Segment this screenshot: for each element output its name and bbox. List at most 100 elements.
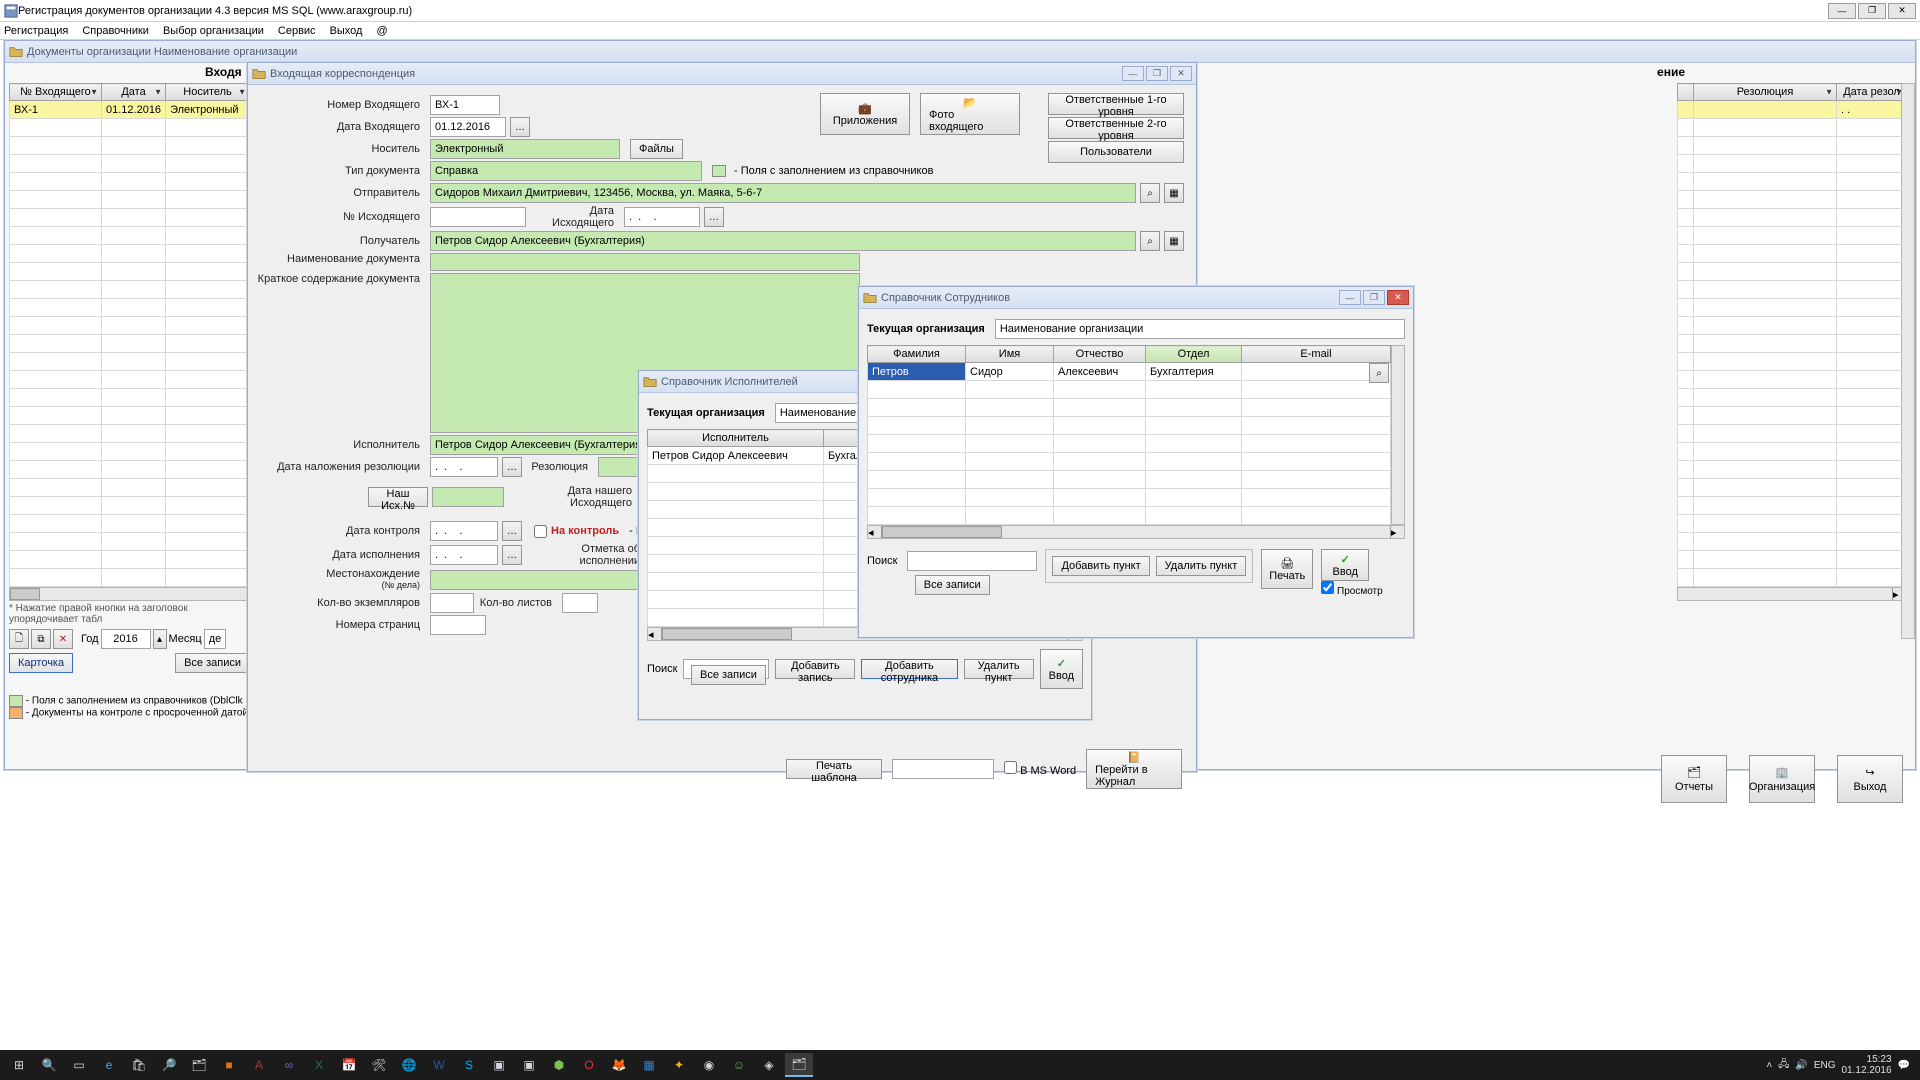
exec-ok-button[interactable]: ✓Ввод <box>1040 649 1083 689</box>
emp-all-button[interactable]: Все записи <box>915 575 990 595</box>
year-spin-icon[interactable]: ▴ <box>153 629 167 649</box>
to-lookup-icon[interactable]: ⌕ <box>1140 231 1160 251</box>
tray-clock[interactable]: 15:2301.12.2016 <box>1841 1054 1891 1076</box>
tray-network-icon[interactable]: 🖧 <box>1778 1057 1789 1074</box>
word-icon[interactable]: W <box>425 1053 453 1077</box>
menu-registration[interactable]: Регистрация <box>4 25 68 37</box>
store-icon[interactable]: 🛍 <box>125 1053 153 1077</box>
date-picker-icon[interactable]: … <box>510 117 530 137</box>
res-date-picker-icon[interactable]: … <box>502 457 522 477</box>
from-lookup-icon[interactable]: ⌕ <box>1140 183 1160 203</box>
doc-minimize[interactable]: — <box>1122 66 1144 81</box>
month-input[interactable] <box>204 629 226 649</box>
current-app-icon[interactable]: 🗂 <box>785 1053 813 1077</box>
opera-icon[interactable]: O <box>575 1053 603 1077</box>
resolution-input[interactable] <box>598 457 638 477</box>
reports-button[interactable]: 🗂Отчеты <box>1661 755 1727 803</box>
emp-row-lookup-icon[interactable]: ⌕ <box>1369 363 1389 383</box>
table-row[interactable]: ВХ-1 01.12.2016 Электронный <box>10 101 250 119</box>
office-icon[interactable]: ■ <box>215 1053 243 1077</box>
app4-icon[interactable]: ✦ <box>665 1053 693 1077</box>
exec-all-button[interactable]: Все записи <box>691 665 766 685</box>
from-table-icon[interactable]: ▦ <box>1164 183 1184 203</box>
goto-journal-button[interactable]: 📔Перейти в Журнал <box>1086 749 1182 789</box>
app6-icon[interactable]: ◈ <box>755 1053 783 1077</box>
menu-select-org[interactable]: Выбор организации <box>163 25 264 37</box>
emp-col-dep[interactable]: Отдел <box>1146 346 1242 363</box>
left-scroll-h[interactable] <box>9 587 250 601</box>
emp-view-checkbox[interactable] <box>1321 581 1334 594</box>
copy-icon[interactable]: ⧉ <box>31 629 51 649</box>
right-scroll-v[interactable] <box>1901 83 1915 639</box>
res-date-input[interactable] <box>430 457 498 477</box>
access-icon[interactable]: A <box>245 1053 273 1077</box>
col-num-in[interactable]: № Входящего▼ <box>10 84 102 101</box>
app5-icon[interactable]: ☺ <box>725 1053 753 1077</box>
exec-add-record-button[interactable]: Добавить запись <box>775 659 855 679</box>
new-icon[interactable]: 🗋 <box>9 629 29 649</box>
emp-col-email[interactable]: E-mail <box>1242 346 1391 363</box>
start-icon[interactable]: ⊞ <box>5 1053 33 1077</box>
docname-input[interactable] <box>430 253 860 271</box>
our-out-input[interactable] <box>432 487 504 507</box>
app1-icon[interactable]: ▣ <box>485 1053 513 1077</box>
search-icon[interactable]: 🔍 <box>35 1053 63 1077</box>
year-input[interactable] <box>101 629 151 649</box>
on-control-checkbox[interactable] <box>534 525 547 538</box>
date-in-input[interactable] <box>430 117 506 137</box>
maximize-button[interactable]: ❐ <box>1858 3 1886 19</box>
our-out-button[interactable]: Наш Исх.№ <box>368 487 428 507</box>
magnify-icon[interactable]: 🔎 <box>155 1053 183 1077</box>
calendar-icon[interactable]: 📅 <box>335 1053 363 1077</box>
menu-about[interactable]: @ <box>376 25 387 37</box>
num-in-input[interactable] <box>430 95 500 115</box>
menu-exit[interactable]: Выход <box>330 25 363 37</box>
word-checkbox[interactable] <box>1004 761 1017 774</box>
col-res-date[interactable]: Дата резол▼ <box>1837 84 1907 101</box>
template-print-button[interactable]: Печать шаблона <box>786 759 882 779</box>
emp-close[interactable]: ✕ <box>1387 290 1409 305</box>
edge-icon[interactable]: e <box>95 1053 123 1077</box>
app2-icon[interactable]: ▣ <box>515 1053 543 1077</box>
emp-scroll-h[interactable]: ◂▸ <box>867 525 1405 539</box>
emp-restore[interactable]: ❐ <box>1363 290 1385 305</box>
explorer-icon[interactable]: 🗂 <box>185 1053 213 1077</box>
col-carrier[interactable]: Носитель▼ <box>166 84 250 101</box>
emp-view-label[interactable]: Просмотр <box>1321 586 1382 597</box>
all-records-button[interactable]: Все записи <box>175 653 250 673</box>
emp-minimize[interactable]: — <box>1339 290 1361 305</box>
emp-scroll-v[interactable] <box>1391 345 1405 525</box>
ctrl-date-picker-icon[interactable]: … <box>502 521 522 541</box>
table-row[interactable]: Петров Сидор Алексеевич Бухгалтерия ⌕ <box>868 363 1391 381</box>
template-name-input[interactable] <box>892 759 994 779</box>
ctrl-date-input[interactable] <box>430 521 498 541</box>
tool-icon[interactable]: 🛠 <box>365 1053 393 1077</box>
emp-del-button[interactable]: Удалить пункт <box>1156 556 1247 576</box>
doc-restore[interactable]: ❐ <box>1146 66 1168 81</box>
card-button[interactable]: Карточка <box>9 653 73 673</box>
table-row[interactable]: . . <box>1678 101 1907 119</box>
delete-icon[interactable]: ✕ <box>53 629 73 649</box>
exec-col-name[interactable]: Исполнитель <box>648 430 824 447</box>
close-button[interactable]: ✕ <box>1888 3 1916 19</box>
col-resolution[interactable]: Резолюция▼ <box>1694 84 1837 101</box>
browser-icon[interactable]: 🌐 <box>395 1053 423 1077</box>
exit-button[interactable]: ↪Выход <box>1837 755 1903 803</box>
emp-col-surname[interactable]: Фамилия <box>868 346 966 363</box>
tray-lang[interactable]: ENG <box>1814 1060 1836 1071</box>
copies-input[interactable] <box>430 593 474 613</box>
carrier-input[interactable] <box>430 139 620 159</box>
type-input[interactable] <box>430 161 702 181</box>
tray-notifications-icon[interactable]: 💬 <box>1898 1060 1910 1071</box>
excel-icon[interactable]: X <box>305 1053 333 1077</box>
word-checkbox-label[interactable]: В MS Word <box>1004 761 1076 777</box>
from-input[interactable] <box>430 183 1136 203</box>
exec-add-employee-button[interactable]: Добавить сотрудника <box>861 659 957 679</box>
firefox-icon[interactable]: 🦊 <box>605 1053 633 1077</box>
exec-date-picker-icon[interactable]: … <box>502 545 522 565</box>
tray-up-icon[interactable]: ˄ <box>1766 1060 1772 1071</box>
num-out-input[interactable] <box>430 207 526 227</box>
app3-icon[interactable]: ⬢ <box>545 1053 573 1077</box>
menu-service[interactable]: Сервис <box>278 25 316 37</box>
tray-volume-icon[interactable]: 🔊 <box>1795 1060 1807 1071</box>
